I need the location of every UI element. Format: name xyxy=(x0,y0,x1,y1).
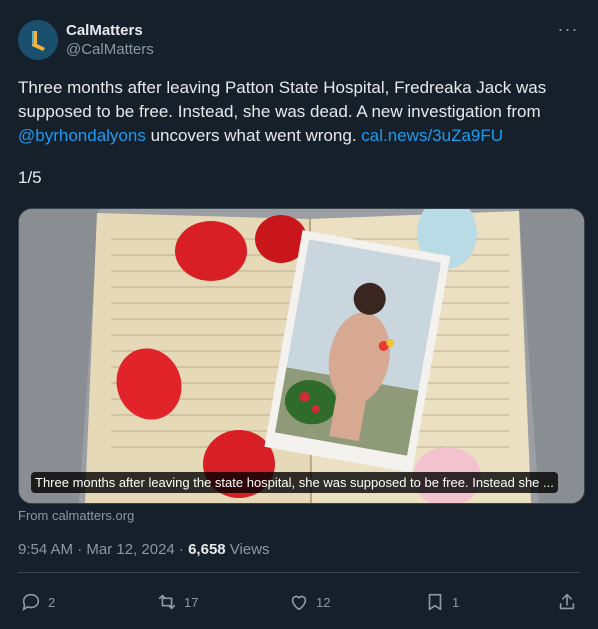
views-label: Views xyxy=(225,541,270,558)
reply-count: 2 xyxy=(48,594,56,610)
calmatters-logo-icon xyxy=(18,20,58,60)
tweet-text-part: uncovers what went wrong. xyxy=(145,126,362,145)
link-card-image[interactable]: Three months after leaving the state hos… xyxy=(18,208,585,504)
timestamp[interactable]: 9:54 AM · Mar 12, 2024 · xyxy=(18,541,188,558)
heart-icon xyxy=(291,595,307,611)
bookmark-icon xyxy=(428,593,442,611)
tweet-card: CalMatters @CalMatters ··· Three months … xyxy=(0,0,598,629)
mention-link[interactable]: @byrhondalyons xyxy=(18,126,146,145)
repost-button[interactable]: 17 xyxy=(156,588,198,616)
divider xyxy=(18,572,580,573)
tweet-text: Three months after leaving Patton State … xyxy=(18,76,578,190)
link-source[interactable]: From calmatters.org xyxy=(18,508,134,523)
like-button[interactable]: 12 xyxy=(288,588,330,616)
media-caption: Three months after leaving the state hos… xyxy=(31,472,558,493)
author-handle[interactable]: @CalMatters xyxy=(66,41,154,58)
views-count: 6,658 xyxy=(188,541,226,558)
action-bar: 2 17 12 1 xyxy=(18,588,580,616)
share-icon xyxy=(559,593,575,610)
article-photo xyxy=(19,209,584,503)
repost-icon xyxy=(158,594,176,610)
author-name[interactable]: CalMatters xyxy=(66,22,143,39)
avatar[interactable] xyxy=(18,20,58,60)
share-button[interactable] xyxy=(556,588,584,616)
tweet-text-part: Three months after leaving Patton State … xyxy=(18,78,547,121)
tweet-meta: 9:54 AM · Mar 12, 2024 · 6,658 Views xyxy=(18,541,270,558)
tweet-header: CalMatters @CalMatters ··· xyxy=(18,20,580,64)
reply-button[interactable]: 2 xyxy=(20,588,55,616)
repost-count: 17 xyxy=(184,594,199,610)
thread-counter: 1/5 xyxy=(18,168,42,187)
reply-icon xyxy=(22,593,40,612)
bookmark-count: 1 xyxy=(452,594,460,610)
more-options-icon[interactable]: ··· xyxy=(556,20,580,44)
like-count: 12 xyxy=(316,594,331,610)
bookmark-button[interactable]: 1 xyxy=(424,588,459,616)
article-link[interactable]: cal.news/3uZa9FU xyxy=(361,126,503,145)
